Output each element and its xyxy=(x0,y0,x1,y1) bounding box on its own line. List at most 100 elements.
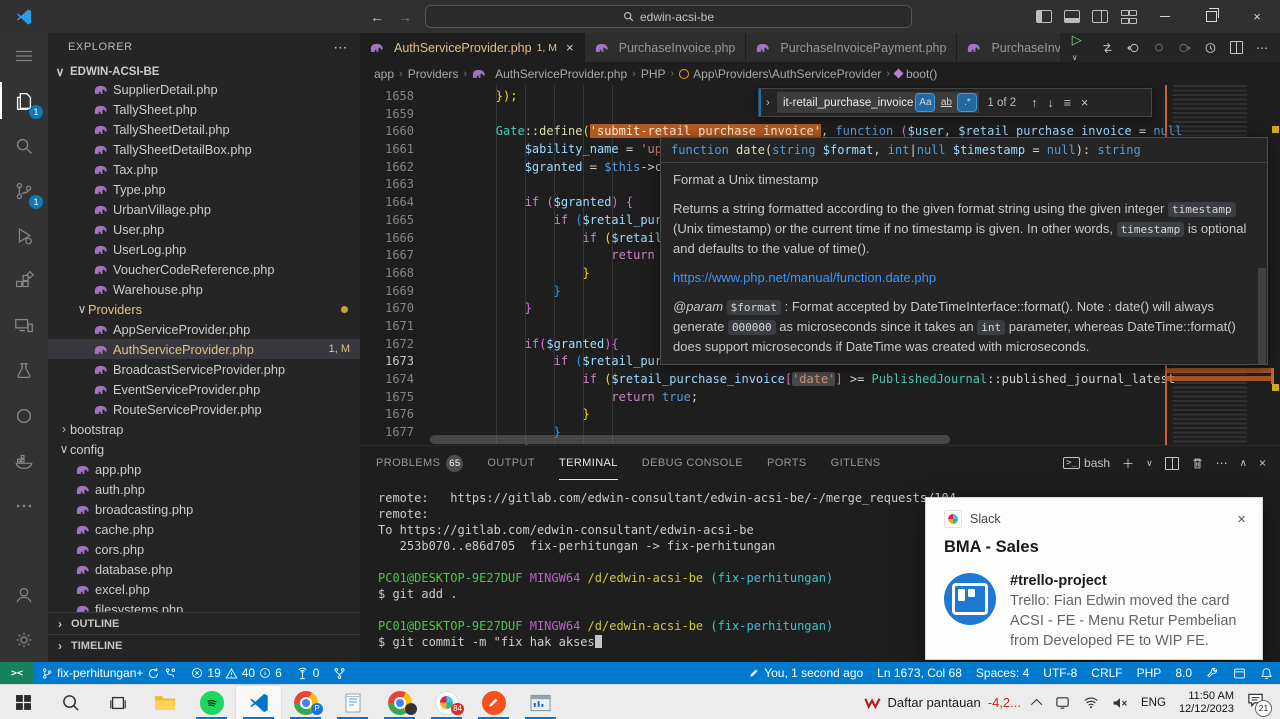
close-tab-icon[interactable]: × xyxy=(566,40,574,55)
breadcrumb-item[interactable]: boot() xyxy=(895,67,937,81)
code-line[interactable]: 1674 if ($retail_purchase_invoice['date'… xyxy=(360,371,1165,389)
start-button[interactable] xyxy=(0,685,47,719)
breadcrumb-item[interactable]: Providers xyxy=(408,67,459,81)
input-language[interactable]: ENG xyxy=(1141,697,1166,709)
volume-muted-icon[interactable] xyxy=(1112,696,1128,710)
panel-tab-ports[interactable]: PORTS xyxy=(767,446,807,480)
compare-changes-icon[interactable] xyxy=(1101,41,1114,55)
code-editor[interactable]: 1658 });16591660 Gate::define('submit-re… xyxy=(360,85,1280,445)
breadcrumb-item[interactable]: App\Providers\AuthServiceProvider xyxy=(679,67,881,81)
find-in-selection-icon[interactable]: ≡ xyxy=(1064,96,1071,110)
code-line[interactable]: 1676 } xyxy=(360,406,1165,424)
tree-item[interactable]: VoucherCodeReference.php xyxy=(48,259,360,279)
source-control-icon[interactable]: 1 xyxy=(0,168,48,213)
eol-sequence[interactable]: CRLF xyxy=(1084,662,1129,684)
terminal-profile[interactable]: >_ bash xyxy=(1063,456,1110,470)
more-views-icon[interactable] xyxy=(0,483,48,528)
maximize-panel-icon[interactable]: ∧ xyxy=(1240,458,1247,469)
php-version[interactable]: 8.0 xyxy=(1168,662,1199,684)
find-expand-icon[interactable]: › xyxy=(759,89,775,116)
tree-item[interactable]: cache.php xyxy=(48,519,360,539)
find-previous-icon[interactable]: ↑ xyxy=(1031,96,1037,110)
breadcrumb-item[interactable]: PHP xyxy=(641,67,666,81)
tree-item[interactable]: excel.php xyxy=(48,579,360,599)
cursor-position[interactable]: Ln 1673, Col 68 xyxy=(870,662,969,684)
tower-indicator[interactable]: 0 xyxy=(289,662,327,684)
toggle-sidebar-icon[interactable] xyxy=(1030,0,1058,33)
close-panel-icon[interactable]: × xyxy=(1259,456,1266,470)
tree-item[interactable]: UserLog.php xyxy=(48,239,360,259)
split-terminal-icon[interactable] xyxy=(1165,457,1179,470)
wifi-icon[interactable] xyxy=(1083,696,1099,709)
spotify-icon[interactable] xyxy=(188,685,235,719)
tree-item[interactable]: ›bootstrap xyxy=(48,419,360,439)
action-center[interactable]: 21 xyxy=(1247,692,1272,713)
window-minimize-button[interactable] xyxy=(1142,0,1188,33)
toggle-panel-icon[interactable] xyxy=(1058,0,1086,33)
tree-item[interactable]: TallySheet.php xyxy=(48,99,360,119)
window-restore-button[interactable] xyxy=(1188,0,1234,33)
match-case-toggle[interactable]: Aa xyxy=(916,94,934,111)
tray-app-icon[interactable] xyxy=(1055,695,1070,710)
editor-tab[interactable]: PurchaseInvoice.php xyxy=(585,33,747,62)
timeline-section[interactable]: › TIMELINE xyxy=(48,634,360,656)
panel-more-icon[interactable]: ⋯ xyxy=(1216,456,1228,470)
taskbar-search-icon[interactable] xyxy=(47,685,94,719)
nav-back-icon[interactable]: ← xyxy=(370,9,384,25)
tree-item[interactable]: AuthServiceProvider.php1, M xyxy=(48,339,360,359)
tree-item[interactable]: auth.php xyxy=(48,479,360,499)
news-widget[interactable]: Daftar pantauan -4,2... xyxy=(864,695,1021,710)
testing-icon[interactable] xyxy=(0,348,48,393)
window-app-icon[interactable] xyxy=(517,685,564,719)
tree-item[interactable]: TallySheetDetailBox.php xyxy=(48,139,360,159)
find-next-icon[interactable]: ↓ xyxy=(1047,96,1053,110)
terminal-dropdown-icon[interactable]: ∨ xyxy=(1146,458,1153,469)
tree-item[interactable]: SupplierDetail.php xyxy=(48,79,360,99)
panel-tab-gitlens[interactable]: GITLENS xyxy=(831,446,881,480)
tree-item[interactable]: User.php xyxy=(48,219,360,239)
bell-icon[interactable] xyxy=(1253,662,1280,684)
customize-layout-icon[interactable] xyxy=(1114,0,1142,33)
kill-terminal-icon[interactable] xyxy=(1191,457,1204,470)
whole-word-toggle[interactable]: ab xyxy=(937,94,955,111)
circle-outline-icon[interactable] xyxy=(1153,41,1165,54)
encoding[interactable]: UTF-8 xyxy=(1036,662,1084,684)
split-editor-icon[interactable] xyxy=(1230,41,1243,54)
tree-item[interactable]: RouteServiceProvider.php xyxy=(48,399,360,419)
hover-link[interactable]: https://www.php.net/manual/function.date… xyxy=(673,268,1255,287)
menu-icon[interactable] xyxy=(0,33,48,78)
tree-item[interactable]: BroadcastServiceProvider.php xyxy=(48,359,360,379)
branch-indicator[interactable]: fix-perhitungan+ xyxy=(34,662,184,684)
tree-item[interactable]: database.php xyxy=(48,559,360,579)
sync-icon[interactable] xyxy=(147,667,160,680)
tray-expand-icon[interactable] xyxy=(1031,698,1042,709)
slack-taskbar-icon[interactable]: 84 xyxy=(423,685,470,719)
explorer-icon[interactable]: 1 xyxy=(0,78,48,123)
notification-close-icon[interactable]: × xyxy=(1237,511,1246,528)
editor-tab[interactable]: AuthServiceProvider.php1, M× xyxy=(360,33,585,62)
wrench-icon[interactable] xyxy=(1199,662,1226,684)
panel-tab-debug-console[interactable]: DEBUG CONSOLE xyxy=(642,446,743,480)
language-mode[interactable]: PHP xyxy=(1130,662,1169,684)
tree-item[interactable]: Tax.php xyxy=(48,159,360,179)
panel-tab-problems[interactable]: PROBLEMS65 xyxy=(376,446,463,480)
settings-gear-icon[interactable] xyxy=(0,617,48,662)
tree-item[interactable]: Type.php xyxy=(48,179,360,199)
regex-toggle[interactable]: .* xyxy=(958,94,976,111)
editor-tab[interactable]: PurchaseInvoicePayment.php xyxy=(746,33,957,62)
outline-section[interactable]: › OUTLINE xyxy=(48,612,360,634)
find-input[interactable]: it-retail_purchase_invoice Aa ab .* xyxy=(777,92,979,113)
breadcrumb-item[interactable]: app xyxy=(374,67,394,81)
tree-item[interactable]: broadcasting.php xyxy=(48,499,360,519)
tree-item[interactable]: Warehouse.php xyxy=(48,279,360,299)
task-view-icon[interactable] xyxy=(94,685,141,719)
search-icon[interactable] xyxy=(0,123,48,168)
timeline-clock-icon[interactable] xyxy=(1204,41,1217,55)
code-line[interactable]: 1675 return true; xyxy=(360,389,1165,407)
panel-tab-output[interactable]: OUTPUT xyxy=(487,446,535,480)
toggle-secondary-sidebar-icon[interactable] xyxy=(1086,0,1114,33)
forward-circle-icon[interactable] xyxy=(1178,41,1191,55)
editor-tab[interactable]: PurchaseInvoic xyxy=(957,33,1059,62)
tree-item[interactable]: ∨Providers xyxy=(48,299,360,319)
remote-indicator[interactable]: >< xyxy=(0,662,34,684)
